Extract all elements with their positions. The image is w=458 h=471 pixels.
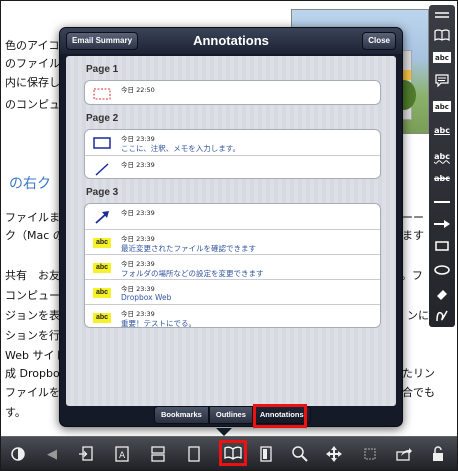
svg-text:A: A xyxy=(119,451,126,461)
annotation-row[interactable]: abc 今日 23:39 フォルダの場所などの設定を変更できます xyxy=(85,254,380,279)
annotation-toolbar: abc abc abc abc abc xyxy=(429,5,455,327)
annotation-group: 今日 23:39 abc 今日 23:39 最近変更されたファイルを確認できます abc… xyxy=(84,203,381,328)
abc-highlight-icon: abc xyxy=(92,261,112,275)
rect-dashed-icon xyxy=(92,87,112,101)
document-text-line: す。 xyxy=(5,406,26,419)
document-text-line: 内に保存し xyxy=(5,76,60,89)
annotation-note: 重要！テストにでる。 xyxy=(121,319,196,328)
freehand-icon[interactable] xyxy=(432,307,452,325)
line-icon[interactable] xyxy=(432,193,452,211)
speech-bubble-icon[interactable] xyxy=(432,71,452,89)
document-text-line: ファイルま xyxy=(5,211,60,224)
rectangle-icon xyxy=(92,136,112,150)
abc-strikethrough-icon[interactable]: abc xyxy=(432,169,452,187)
brightness-icon[interactable] xyxy=(7,443,29,465)
annotation-group: 今日 23:39 ここに、注釈、メモを入力します。 今日 23:39 xyxy=(84,129,381,179)
annotation-note: フォルダの場所などの設定を変更できます xyxy=(121,269,264,278)
grip-icon[interactable] xyxy=(432,7,452,25)
arrow-icon[interactable] xyxy=(432,215,452,233)
document-heading: の右ク xyxy=(9,176,51,192)
abc-underline-icon[interactable]: abc xyxy=(432,121,452,139)
annotation-timestamp: 今日 23:39 xyxy=(121,260,155,268)
annotation-timestamp: 今日 23:39 xyxy=(121,235,155,243)
popover-header: Email Summary Annotations Close xyxy=(60,28,402,54)
abc-highlight-icon[interactable]: abc xyxy=(433,101,451,112)
back-icon[interactable]: ◀ xyxy=(41,443,63,465)
page-split-icon[interactable] xyxy=(147,443,169,465)
annotation-note: ここに、注釈、メモを入力します。 xyxy=(121,144,241,153)
annotation-timestamp: 今日 23:39 xyxy=(121,135,155,143)
zoom-icon[interactable] xyxy=(289,443,311,465)
open-book-icon[interactable] xyxy=(219,440,247,466)
annotation-note: Dropbox Web xyxy=(121,293,172,302)
share-icon[interactable] xyxy=(393,443,415,465)
rectangle-icon[interactable] xyxy=(432,237,452,255)
document-text-fragment: ンに xyxy=(407,309,429,322)
lock-icon[interactable] xyxy=(427,443,449,465)
bottom-toolbar: ◀ A xyxy=(1,436,457,470)
annotation-row[interactable]: abc 今日 23:39 重要！テストにでる。 xyxy=(85,304,380,328)
popover-arrow xyxy=(216,428,232,436)
close-button[interactable]: Close xyxy=(362,32,396,50)
annotation-row[interactable]: 今日 23:39 ここに、注釈、メモを入力します。 xyxy=(85,130,380,155)
annotations-tab-highlight xyxy=(253,404,307,428)
book-icon[interactable] xyxy=(432,26,452,44)
annotation-note: 最近変更されたファイルを確認できます xyxy=(121,244,256,253)
annotation-timestamp: 今日 23:39 xyxy=(121,209,155,217)
single-page-icon[interactable] xyxy=(183,443,205,465)
annotation-row[interactable]: abc 今日 23:39 Dropbox Web xyxy=(85,279,380,304)
abc-highlight-icon: abc xyxy=(92,311,112,325)
arrow-icon xyxy=(92,210,112,224)
line-icon xyxy=(92,162,112,176)
document-text-line: ジョンを表 xyxy=(5,309,60,322)
move-icon[interactable] xyxy=(323,443,345,465)
page-export-icon[interactable] xyxy=(75,443,97,465)
crop-icon[interactable] xyxy=(359,443,381,465)
eraser-icon[interactable] xyxy=(432,285,452,303)
annotation-timestamp: 今日 23:39 xyxy=(121,285,155,293)
document-text-line: Web サイト xyxy=(5,349,66,362)
annotation-row[interactable]: 今日 23:39 xyxy=(85,204,380,229)
page-section-label: Page 2 xyxy=(86,113,119,124)
annotation-row[interactable]: abc 今日 23:39 最近変更されたファイルを確認できます xyxy=(85,229,380,254)
abc-highlight-icon: abc xyxy=(92,286,112,300)
annotations-popover: Email Summary Annotations Close Page 1 今日… xyxy=(59,27,403,427)
abc-cursor-icon[interactable]: abc xyxy=(433,52,451,63)
tab-outlines[interactable]: Outlines xyxy=(208,406,253,424)
document-text-line: ク（Mac の xyxy=(5,229,64,242)
abc-highlight-icon: abc xyxy=(92,236,112,250)
document-text-line: コンピュー xyxy=(5,289,60,302)
tab-bookmarks[interactable]: Bookmarks xyxy=(154,406,209,424)
ellipse-icon[interactable] xyxy=(432,261,452,279)
text-page-icon[interactable]: A xyxy=(111,443,133,465)
annotation-group: 今日 22:50 xyxy=(84,80,381,105)
annotations-list[interactable]: Page 1 今日 22:50 Page 2 今日 23:39 ここに、注釈、メモを入力… xyxy=(66,56,396,406)
document-text-line: 色のアイコ xyxy=(5,39,60,52)
annotation-row[interactable]: 今日 23:39 xyxy=(85,155,380,178)
annotation-timestamp: 今日 22:50 xyxy=(121,86,155,94)
annotation-timestamp: 今日 23:39 xyxy=(121,161,155,169)
page-thumb-icon[interactable] xyxy=(255,443,277,465)
page-section-label: Page 3 xyxy=(86,187,119,198)
document-text-line: 成 Dropbox xyxy=(5,367,66,380)
annotation-timestamp: 今日 23:39 xyxy=(121,310,155,318)
app-frame: の右ク 色のアイコ のファイルの 内に保存し のコンピュー ファイルま ク（Mac の共有… xyxy=(0,0,458,471)
annotation-row[interactable]: 今日 22:50 xyxy=(85,81,380,104)
page-section-label: Page 1 xyxy=(86,64,119,75)
popover-title: Annotations xyxy=(193,33,269,48)
document-text-line: ションを行 xyxy=(5,329,60,342)
abc-squiggly-icon[interactable]: abc xyxy=(432,147,452,165)
